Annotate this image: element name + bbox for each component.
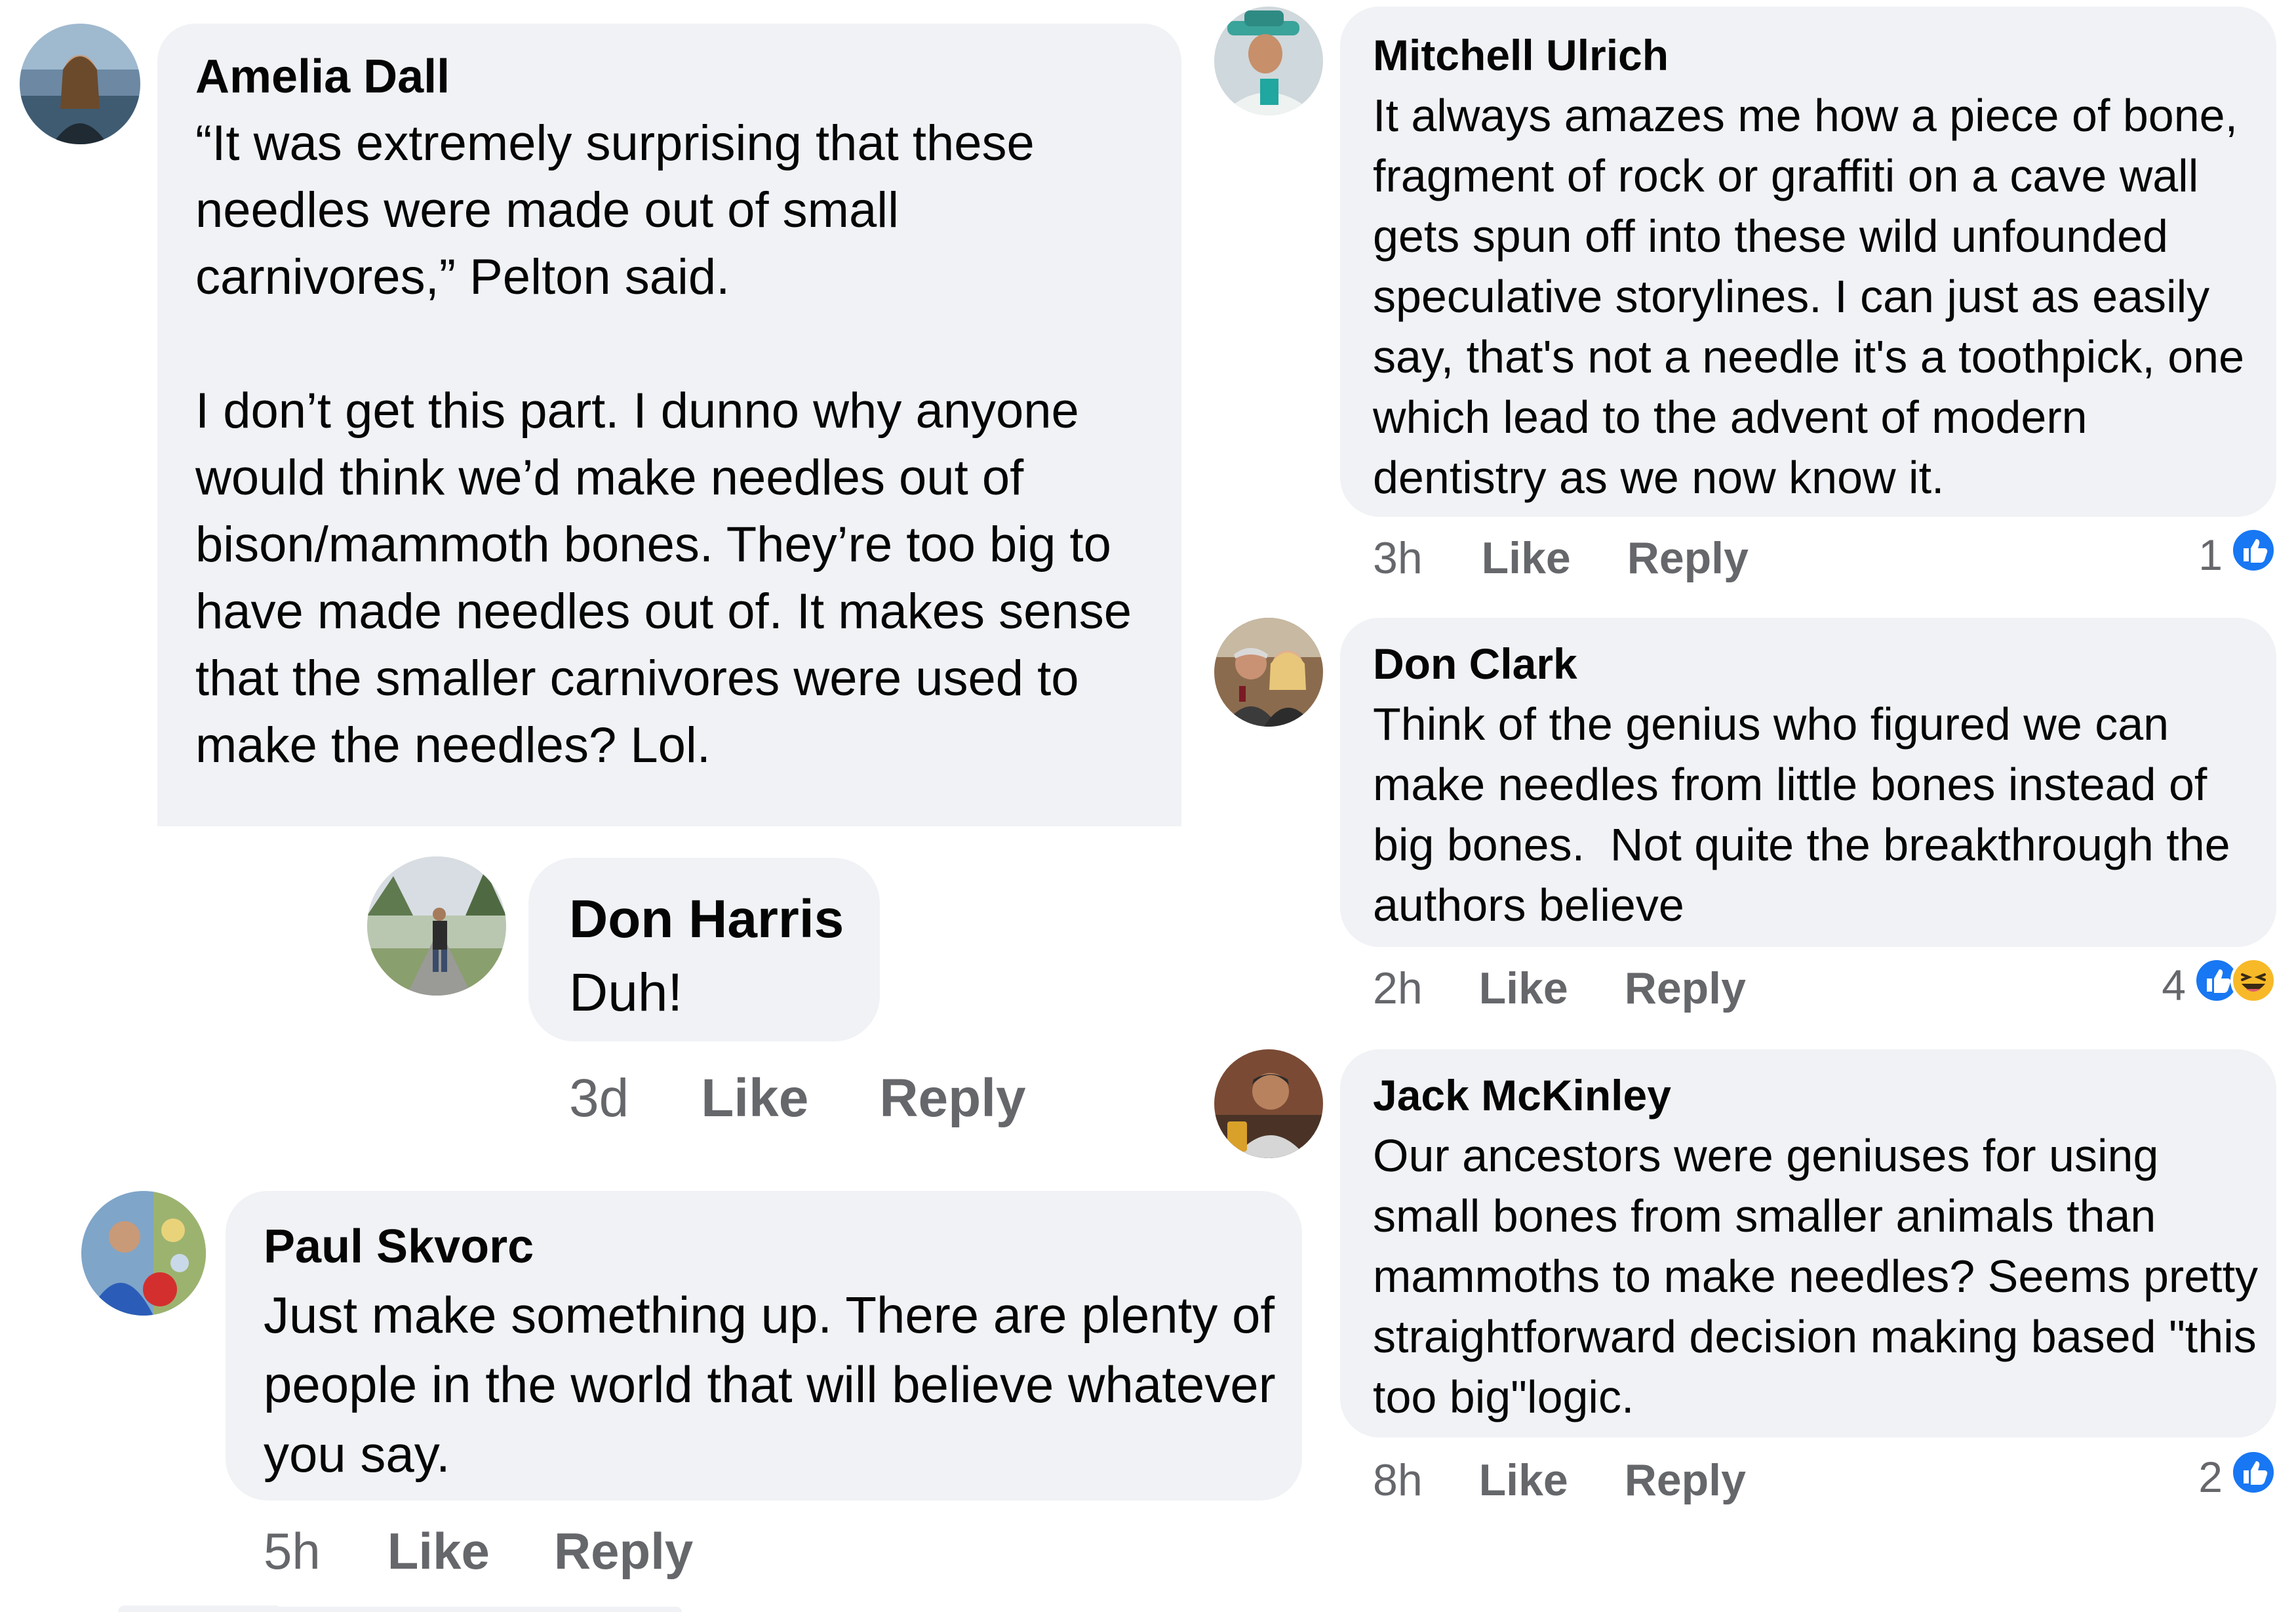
haha-reaction-icon: [2230, 957, 2276, 1013]
comment-bubble-mitchell-ulrich: Mitchell Ulrich It always amazes me how …: [1340, 7, 2276, 517]
comment-bubble-jack-mckinley: Jack McKinley Our ancestors were geniuse…: [1340, 1049, 2276, 1438]
avatar-don-harris[interactable]: [367, 856, 506, 996]
reaction-count: 2: [2198, 1453, 2223, 1501]
reaction-count: 4: [2162, 961, 2186, 1009]
like-button[interactable]: Like: [701, 1068, 808, 1129]
reply-button[interactable]: Reply: [1627, 533, 1749, 584]
reply-button[interactable]: Reply: [1625, 963, 1746, 1014]
avatar-mitchell-ulrich[interactable]: [1214, 7, 1323, 115]
comment-text: Think of the genius who figured we can m…: [1373, 698, 2244, 931]
commenter-name[interactable]: Amelia Dall: [195, 43, 1149, 110]
comment-timestamp[interactable]: 5h: [264, 1521, 321, 1581]
avatar-image: [367, 856, 506, 996]
like-button[interactable]: Like: [387, 1521, 490, 1581]
reply-button[interactable]: Reply: [879, 1068, 1025, 1129]
comment-actions-don-harris: 3d Like Reply: [569, 1062, 1026, 1135]
avatar-image: [1214, 1049, 1323, 1158]
avatar-paul-skvorc[interactable]: [81, 1191, 206, 1316]
comment-text: It always amazes me how a piece of bone,…: [1373, 90, 2257, 503]
comment-bubble-don-clark: Don Clark Think of the genius who figure…: [1340, 618, 2276, 947]
reply-button[interactable]: Reply: [1625, 1455, 1746, 1506]
comment-timestamp[interactable]: 2h: [1373, 963, 1423, 1014]
comment-actions-mitchell-ulrich: 3h Like Reply: [1373, 529, 1749, 588]
comment-timestamp[interactable]: 8h: [1373, 1455, 1423, 1506]
comment-bubble-paul-skvorc: Paul Skvorc Just make something up. Ther…: [226, 1191, 1302, 1501]
comment-text: Our ancestors were geniuses for using sm…: [1373, 1130, 2271, 1422]
reaction-summary-mitchell-ulrich[interactable]: 1: [2198, 527, 2276, 583]
comment-text: “It was extremely surprising that these …: [195, 115, 1132, 773]
like-reaction-icon: [2230, 1449, 2276, 1505]
like-button[interactable]: Like: [1479, 963, 1568, 1014]
avatar-image: [20, 24, 140, 144]
avatar-jack-mckinley[interactable]: [1214, 1049, 1323, 1158]
reaction-summary-don-clark[interactable]: 4: [2162, 957, 2276, 1013]
reply-button[interactable]: Reply: [554, 1521, 693, 1581]
commenter-name[interactable]: Don Harris: [569, 883, 880, 956]
avatar-image: [81, 1191, 206, 1316]
next-comment-bubble-edge: [275, 1607, 682, 1612]
comment-text: Just make something up. There are plenty…: [264, 1286, 1290, 1483]
reaction-count: 1: [2198, 531, 2223, 579]
like-reaction-icon: [2230, 527, 2276, 583]
comment-timestamp[interactable]: 3d: [569, 1068, 629, 1129]
avatar-amelia-dall[interactable]: [20, 24, 140, 144]
commenter-name[interactable]: Don Clark: [1373, 634, 2263, 694]
comment-bubble-don-harris: Don Harris Duh!: [528, 858, 880, 1041]
comment-text: Duh!: [569, 963, 683, 1022]
avatar-image: [1214, 7, 1323, 115]
avatar-image: [1214, 618, 1323, 727]
avatar-don-clark[interactable]: [1214, 618, 1323, 727]
comment-actions-paul-skvorc: 5h Like Reply: [264, 1515, 693, 1587]
commenter-name[interactable]: Jack McKinley: [1373, 1065, 2263, 1125]
like-button[interactable]: Like: [1482, 533, 1571, 584]
next-comment-edge: [118, 1605, 282, 1612]
comment-actions-don-clark: 2h Like Reply: [1373, 959, 1746, 1018]
comment-actions-jack-mckinley: 8h Like Reply: [1373, 1451, 1746, 1510]
commenter-name[interactable]: Paul Skvorc: [264, 1213, 1276, 1280]
like-button[interactable]: Like: [1479, 1455, 1568, 1506]
comment-bubble-amelia-dall: Amelia Dall “It was extremely surprising…: [157, 24, 1181, 826]
commenter-name[interactable]: Mitchell Ulrich: [1373, 25, 2261, 85]
comment-timestamp[interactable]: 3h: [1373, 533, 1423, 584]
reaction-summary-jack-mckinley[interactable]: 2: [2198, 1449, 2276, 1505]
